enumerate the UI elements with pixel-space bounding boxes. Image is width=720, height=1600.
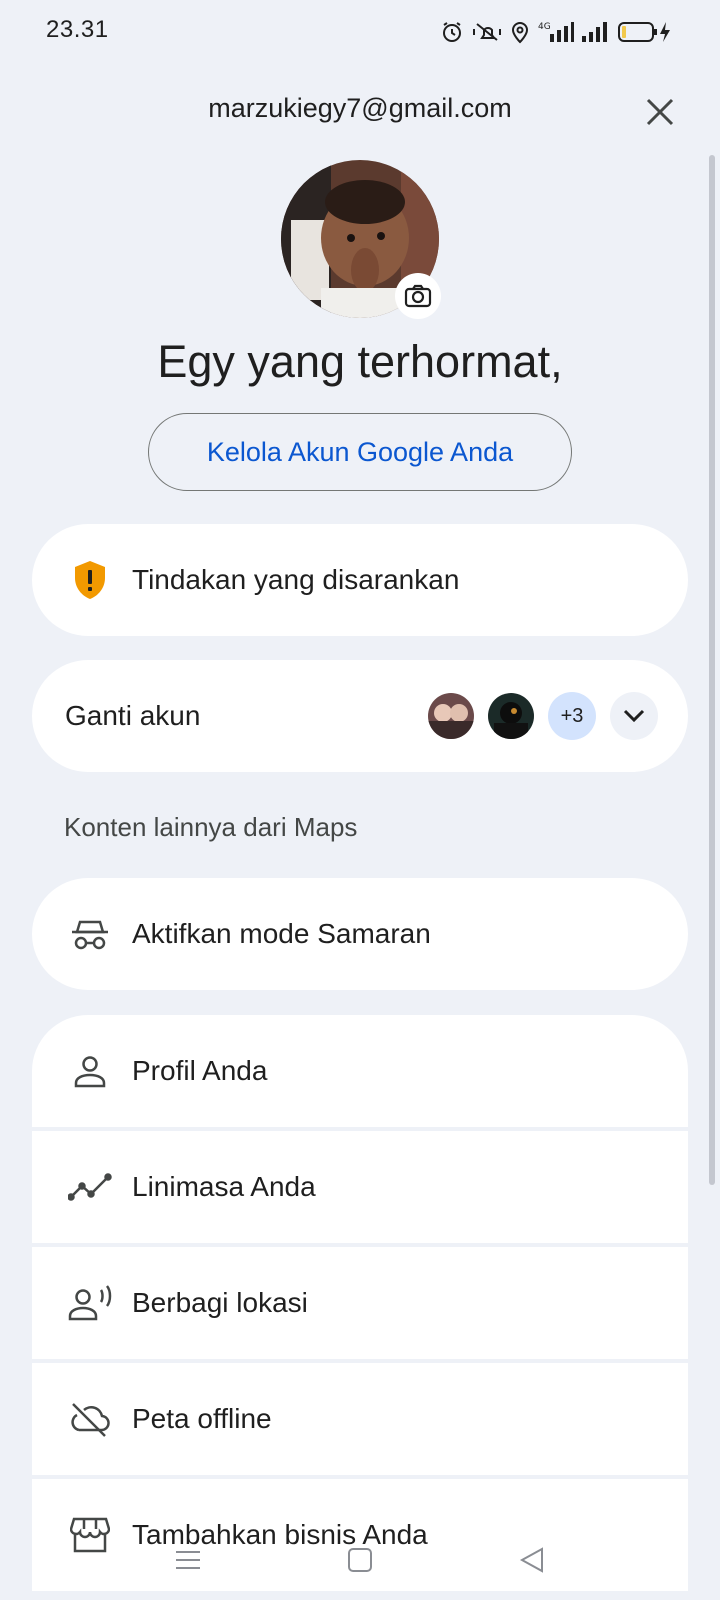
incognito-label: Aktifkan mode Samaran bbox=[132, 918, 431, 949]
manage-account-button[interactable]: Kelola Akun Google Anda bbox=[148, 413, 572, 491]
chevron-down-icon bbox=[623, 709, 645, 723]
suggested-action-label: Tindakan yang disarankan bbox=[132, 564, 460, 595]
account-email: marzukiegy7@gmail.com bbox=[208, 93, 512, 123]
change-photo-button[interactable] bbox=[395, 273, 441, 319]
location-sharing-icon bbox=[68, 1281, 112, 1325]
status-icons: 4G bbox=[440, 18, 672, 46]
account-avatar[interactable] bbox=[488, 693, 534, 739]
more-accounts-badge[interactable]: +3 bbox=[548, 692, 596, 740]
switch-account-label: Ganti akun bbox=[65, 700, 201, 731]
location-icon bbox=[510, 20, 530, 44]
scrollbar[interactable] bbox=[709, 155, 715, 1185]
timeline-icon bbox=[68, 1165, 112, 1209]
warning-shield-icon bbox=[68, 558, 112, 602]
svg-text:4G: 4G bbox=[538, 22, 551, 32]
mute-vibrate-icon bbox=[472, 20, 502, 44]
suggested-action-card[interactable]: Tindakan yang disarankan bbox=[32, 524, 688, 636]
section-label: Konten lainnya dari Maps bbox=[64, 812, 358, 842]
menu-item-profile[interactable]: Profil Anda bbox=[32, 1015, 688, 1127]
menu-lines-icon bbox=[176, 1551, 200, 1569]
greeting: Egy yang terhormat, bbox=[157, 336, 563, 387]
switch-account-card[interactable]: Ganti akun +3 bbox=[32, 660, 688, 772]
4g-signal-icon: 4G bbox=[538, 20, 574, 44]
home-button[interactable] bbox=[330, 1530, 390, 1590]
back-button[interactable] bbox=[502, 1530, 562, 1590]
system-nav-bar bbox=[0, 1530, 720, 1590]
menu-item-label: Peta offline bbox=[132, 1403, 272, 1434]
close-icon bbox=[646, 98, 674, 126]
close-button[interactable] bbox=[640, 92, 680, 132]
menu-item-offline-maps[interactable]: Peta offline bbox=[32, 1363, 688, 1475]
menu-item-label: Linimasa Anda bbox=[132, 1171, 316, 1202]
account-avatars: +3 bbox=[428, 692, 658, 740]
alarm-icon bbox=[440, 20, 464, 44]
menu-item-location-sharing[interactable]: Berbagi lokasi bbox=[32, 1247, 688, 1359]
menu-item-timeline[interactable]: Linimasa Anda bbox=[32, 1131, 688, 1243]
person-icon bbox=[68, 1049, 112, 1093]
back-triangle-icon bbox=[519, 1547, 543, 1573]
menu-item-label: Berbagi lokasi bbox=[132, 1287, 308, 1318]
offline-cloud-icon bbox=[68, 1397, 112, 1441]
recent-apps-button[interactable] bbox=[158, 1530, 218, 1590]
home-square-icon bbox=[348, 1548, 372, 1572]
incognito-icon bbox=[68, 912, 112, 956]
battery-charging-icon bbox=[618, 20, 672, 44]
account-avatar[interactable] bbox=[428, 693, 474, 739]
expand-accounts-button[interactable] bbox=[610, 692, 658, 740]
status-time: 23.31 bbox=[46, 16, 109, 43]
menu-item-label: Profil Anda bbox=[132, 1055, 268, 1086]
camera-icon bbox=[404, 284, 432, 308]
menu-list: Profil Anda Linimasa Anda Berbagi lokasi… bbox=[32, 1015, 688, 1595]
signal-icon bbox=[582, 20, 610, 44]
incognito-card[interactable]: Aktifkan mode Samaran bbox=[32, 878, 688, 990]
